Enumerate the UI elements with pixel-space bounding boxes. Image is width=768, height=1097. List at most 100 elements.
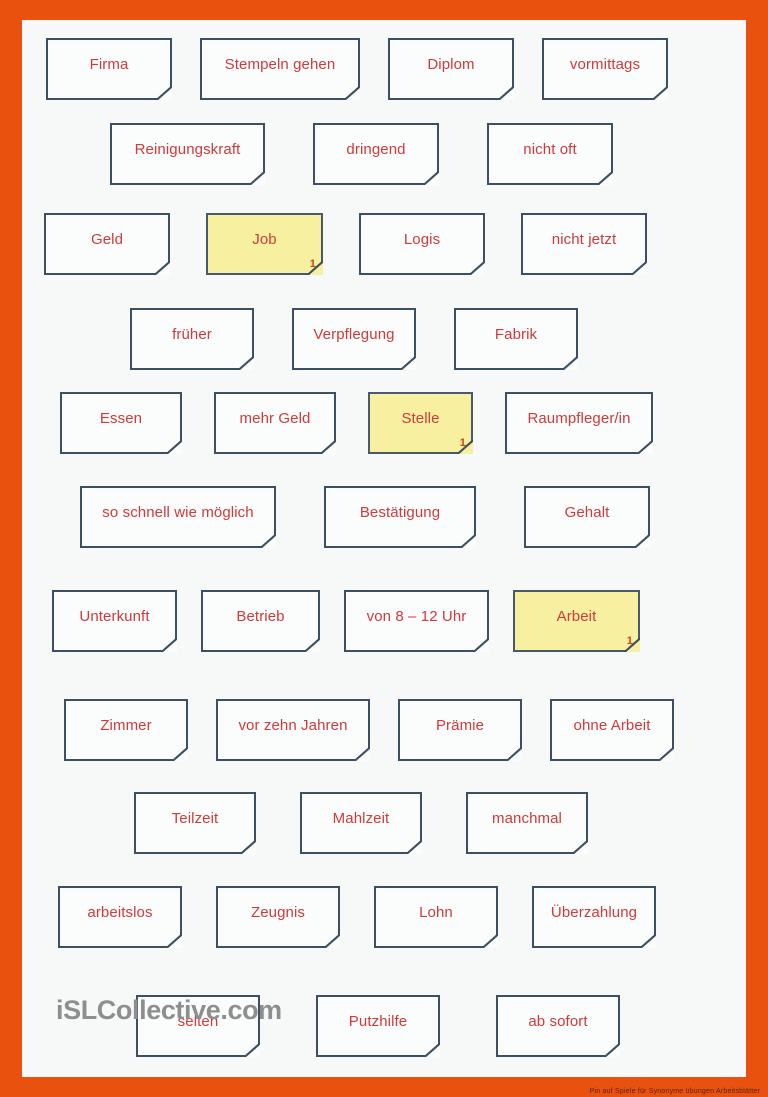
word-card-label: vor zehn Jahren	[238, 716, 348, 734]
word-card[interactable]: Reinigungskraft	[110, 123, 265, 185]
word-card-label: Putzhilfe	[348, 1012, 408, 1030]
folded-corner-icon	[497, 85, 514, 100]
word-card[interactable]: ab sofort	[496, 995, 620, 1057]
card-row: Unterkunft Betrieb von 8 – 12 Uhr Arbeit 1	[52, 590, 640, 652]
word-card[interactable]: Teilzeit	[134, 792, 256, 854]
folded-corner-icon	[459, 533, 476, 548]
folded-corner-icon	[405, 839, 422, 854]
folded-corner-icon	[248, 170, 265, 185]
word-card[interactable]: Bestätigung	[324, 486, 476, 548]
folded-corner-icon	[160, 637, 177, 652]
folded-corner-icon	[657, 746, 674, 761]
card-row: Reinigungskraft dringend nicht oft	[110, 123, 613, 185]
word-card[interactable]: Arbeit 1	[513, 590, 640, 652]
word-card-label: Stempeln gehen	[224, 55, 336, 73]
word-card[interactable]: Gehalt	[524, 486, 650, 548]
card-row: Essen mehr Geld Stelle 1 Raumpfleger/in	[60, 392, 653, 454]
word-card-label: Zimmer	[100, 716, 152, 734]
card-row: Firma Stempeln gehen Diplom vormittags	[46, 38, 668, 100]
word-card[interactable]: von 8 – 12 Uhr	[344, 590, 489, 652]
word-card-label: arbeitslos	[87, 903, 153, 921]
folded-corner-icon	[171, 746, 188, 761]
word-card-label: Verpflegung	[313, 325, 395, 343]
folded-corner-icon	[323, 933, 340, 948]
folded-corner-icon	[651, 85, 668, 100]
word-card[interactable]: manchmal	[466, 792, 588, 854]
word-card[interactable]: Unterkunft	[52, 590, 177, 652]
folded-corner-icon	[353, 746, 370, 761]
folded-corner-icon	[239, 839, 256, 854]
word-card[interactable]: Stempeln gehen	[200, 38, 360, 100]
word-card[interactable]: Zeugnis	[216, 886, 340, 948]
word-card[interactable]: so schnell wie möglich	[80, 486, 276, 548]
worksheet-sheet: Firma Stempeln gehen Diplom vormittags Reini…	[22, 20, 746, 1077]
folded-corner-icon	[561, 355, 578, 370]
word-card[interactable]: nicht jetzt	[521, 213, 647, 275]
folded-corner-icon	[468, 260, 485, 275]
folded-corner-icon	[303, 637, 320, 652]
card-row: früher Verpflegung Fabrik	[130, 308, 578, 370]
word-card[interactable]: Stelle 1	[368, 392, 473, 454]
folded-corner-icon	[237, 355, 254, 370]
folded-corner-icon	[636, 439, 653, 454]
word-card[interactable]: Lohn	[374, 886, 498, 948]
footer-caption: Pin auf Spiele für Synonyme übungen Arbe…	[589, 1088, 760, 1095]
word-card[interactable]: Prämie	[398, 699, 522, 761]
word-card-label: Raumpfleger/in	[527, 409, 631, 427]
folded-corner-icon	[603, 1042, 620, 1057]
word-card-label: vormittags	[569, 55, 641, 73]
word-card[interactable]: Verpflegung	[292, 308, 416, 370]
word-card-label: Betrieb	[236, 607, 285, 625]
word-card[interactable]: selten	[136, 995, 260, 1057]
word-card-label: Fabrik	[494, 325, 538, 343]
folded-corner-icon	[633, 533, 650, 548]
folded-corner-icon	[399, 355, 416, 370]
card-row: arbeitslos Zeugnis Lohn Überzahlung	[58, 886, 656, 948]
folded-corner-icon	[155, 85, 172, 100]
word-card[interactable]: Job 1	[206, 213, 323, 275]
card-row: Geld Job 1 Logis nicht jetzt	[44, 213, 647, 275]
card-row: selten Putzhilfe ab sofort	[136, 995, 620, 1057]
word-card-label: Teilzeit	[171, 809, 219, 827]
word-card-label: Überzahlung	[550, 903, 638, 921]
word-card[interactable]: Diplom	[388, 38, 514, 100]
word-card-label: ohne Arbeit	[573, 716, 651, 734]
word-card[interactable]: Putzhilfe	[316, 995, 440, 1057]
word-card-label: dringend	[346, 140, 406, 158]
word-card-label: Job	[252, 230, 277, 248]
worksheet-page: Firma Stempeln gehen Diplom vormittags Reini…	[0, 0, 768, 1097]
word-card[interactable]: Logis	[359, 213, 485, 275]
word-card-label: Logis	[403, 230, 441, 248]
word-card[interactable]: dringend	[313, 123, 439, 185]
card-row: Zimmer vor zehn Jahren Prämie ohne Arbeit	[64, 699, 674, 761]
word-card[interactable]: früher	[130, 308, 254, 370]
word-card[interactable]: Raumpfleger/in	[505, 392, 653, 454]
word-card[interactable]: Mahlzeit	[300, 792, 422, 854]
word-card-label: Arbeit	[556, 607, 597, 625]
word-card[interactable]: vor zehn Jahren	[216, 699, 370, 761]
folded-corner-icon	[422, 170, 439, 185]
folded-corner-icon	[472, 637, 489, 652]
word-card-label: Gehalt	[564, 503, 610, 521]
word-card[interactable]: arbeitslos	[58, 886, 182, 948]
word-card[interactable]: nicht oft	[487, 123, 613, 185]
word-card-label: selten	[177, 1012, 219, 1030]
word-card[interactable]: vormittags	[542, 38, 668, 100]
word-card[interactable]: Überzahlung	[532, 886, 656, 948]
word-card-label: Diplom	[427, 55, 475, 73]
folded-corner-icon	[596, 170, 613, 185]
word-card[interactable]: Zimmer	[64, 699, 188, 761]
word-card-label: Lohn	[419, 903, 453, 921]
word-card[interactable]: Fabrik	[454, 308, 578, 370]
folded-corner-icon	[306, 260, 323, 275]
word-card[interactable]: Firma	[46, 38, 172, 100]
word-card[interactable]: ohne Arbeit	[550, 699, 674, 761]
word-card-label: Mahlzeit	[332, 809, 390, 827]
word-card[interactable]: mehr Geld	[214, 392, 336, 454]
word-card[interactable]: Geld	[44, 213, 170, 275]
word-card[interactable]: Essen	[60, 392, 182, 454]
folded-corner-icon	[319, 439, 336, 454]
word-card[interactable]: Betrieb	[201, 590, 320, 652]
folded-corner-icon	[343, 85, 360, 100]
word-card-label: früher	[172, 325, 212, 343]
